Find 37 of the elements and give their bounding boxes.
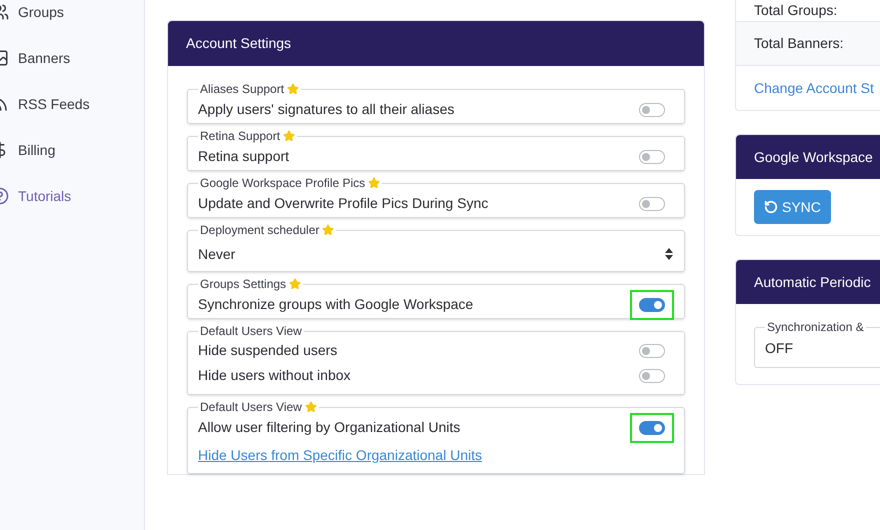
section-legend: Default Users View (200, 324, 302, 338)
setting-label: Update and Overwrite Profile Pics During Sync (198, 194, 488, 213)
select-field[interactable]: OFF (765, 336, 880, 359)
sidebar-item[interactable]: Billing (0, 127, 144, 173)
settings-link[interactable]: Hide Users from Specific Organizational Units (198, 447, 482, 463)
sidebar-item[interactable]: RSS Feeds (0, 81, 144, 127)
setting-label: Synchronize groups with Google Workspace (198, 295, 474, 314)
sort-arrows-icon (665, 248, 673, 260)
toggle-switch[interactable] (639, 420, 665, 434)
refresh-icon (764, 200, 778, 214)
card-header: Google Workspace (736, 135, 880, 179)
setting-label: Hide suspended users (198, 341, 338, 360)
section-legend: Synchronization & (765, 318, 866, 336)
setting-label: Allow user filtering by Organizational Units (198, 418, 460, 437)
setting-label: Retina support (198, 147, 290, 166)
toggle-switch[interactable] (639, 344, 665, 358)
section-legend: Groups Settings (200, 277, 286, 291)
setting-label: Hide users without inbox (198, 366, 351, 385)
change-account-link[interactable]: Change Account St (754, 78, 874, 98)
section-legend: Default Users View (200, 400, 302, 414)
card-header: Automatic Periodic (736, 260, 880, 304)
sidebar-item[interactable]: Banners (0, 35, 144, 81)
section-legend: Deployment scheduler (200, 223, 320, 237)
section-legend: Aliases Support (200, 82, 284, 96)
card-header: Account Settings (168, 21, 704, 66)
toggle-switch[interactable] (639, 102, 665, 116)
section-legend: Google Workspace Profile Pics (200, 176, 366, 190)
stats-row: Total Banners: (736, 22, 880, 66)
sidebar-item[interactable]: Tutorials (0, 173, 144, 219)
toggle-switch[interactable] (639, 368, 665, 382)
setting-label: Apply users' signatures to all their aliases (198, 100, 454, 119)
toggle-switch[interactable] (639, 196, 665, 210)
section-legend: Retina Support (200, 129, 280, 143)
select-field[interactable]: Never (198, 237, 674, 271)
toggle-switch[interactable] (639, 150, 665, 164)
sidebar-item[interactable]: Groups (0, 0, 144, 35)
toggle-switch[interactable] (639, 298, 665, 312)
